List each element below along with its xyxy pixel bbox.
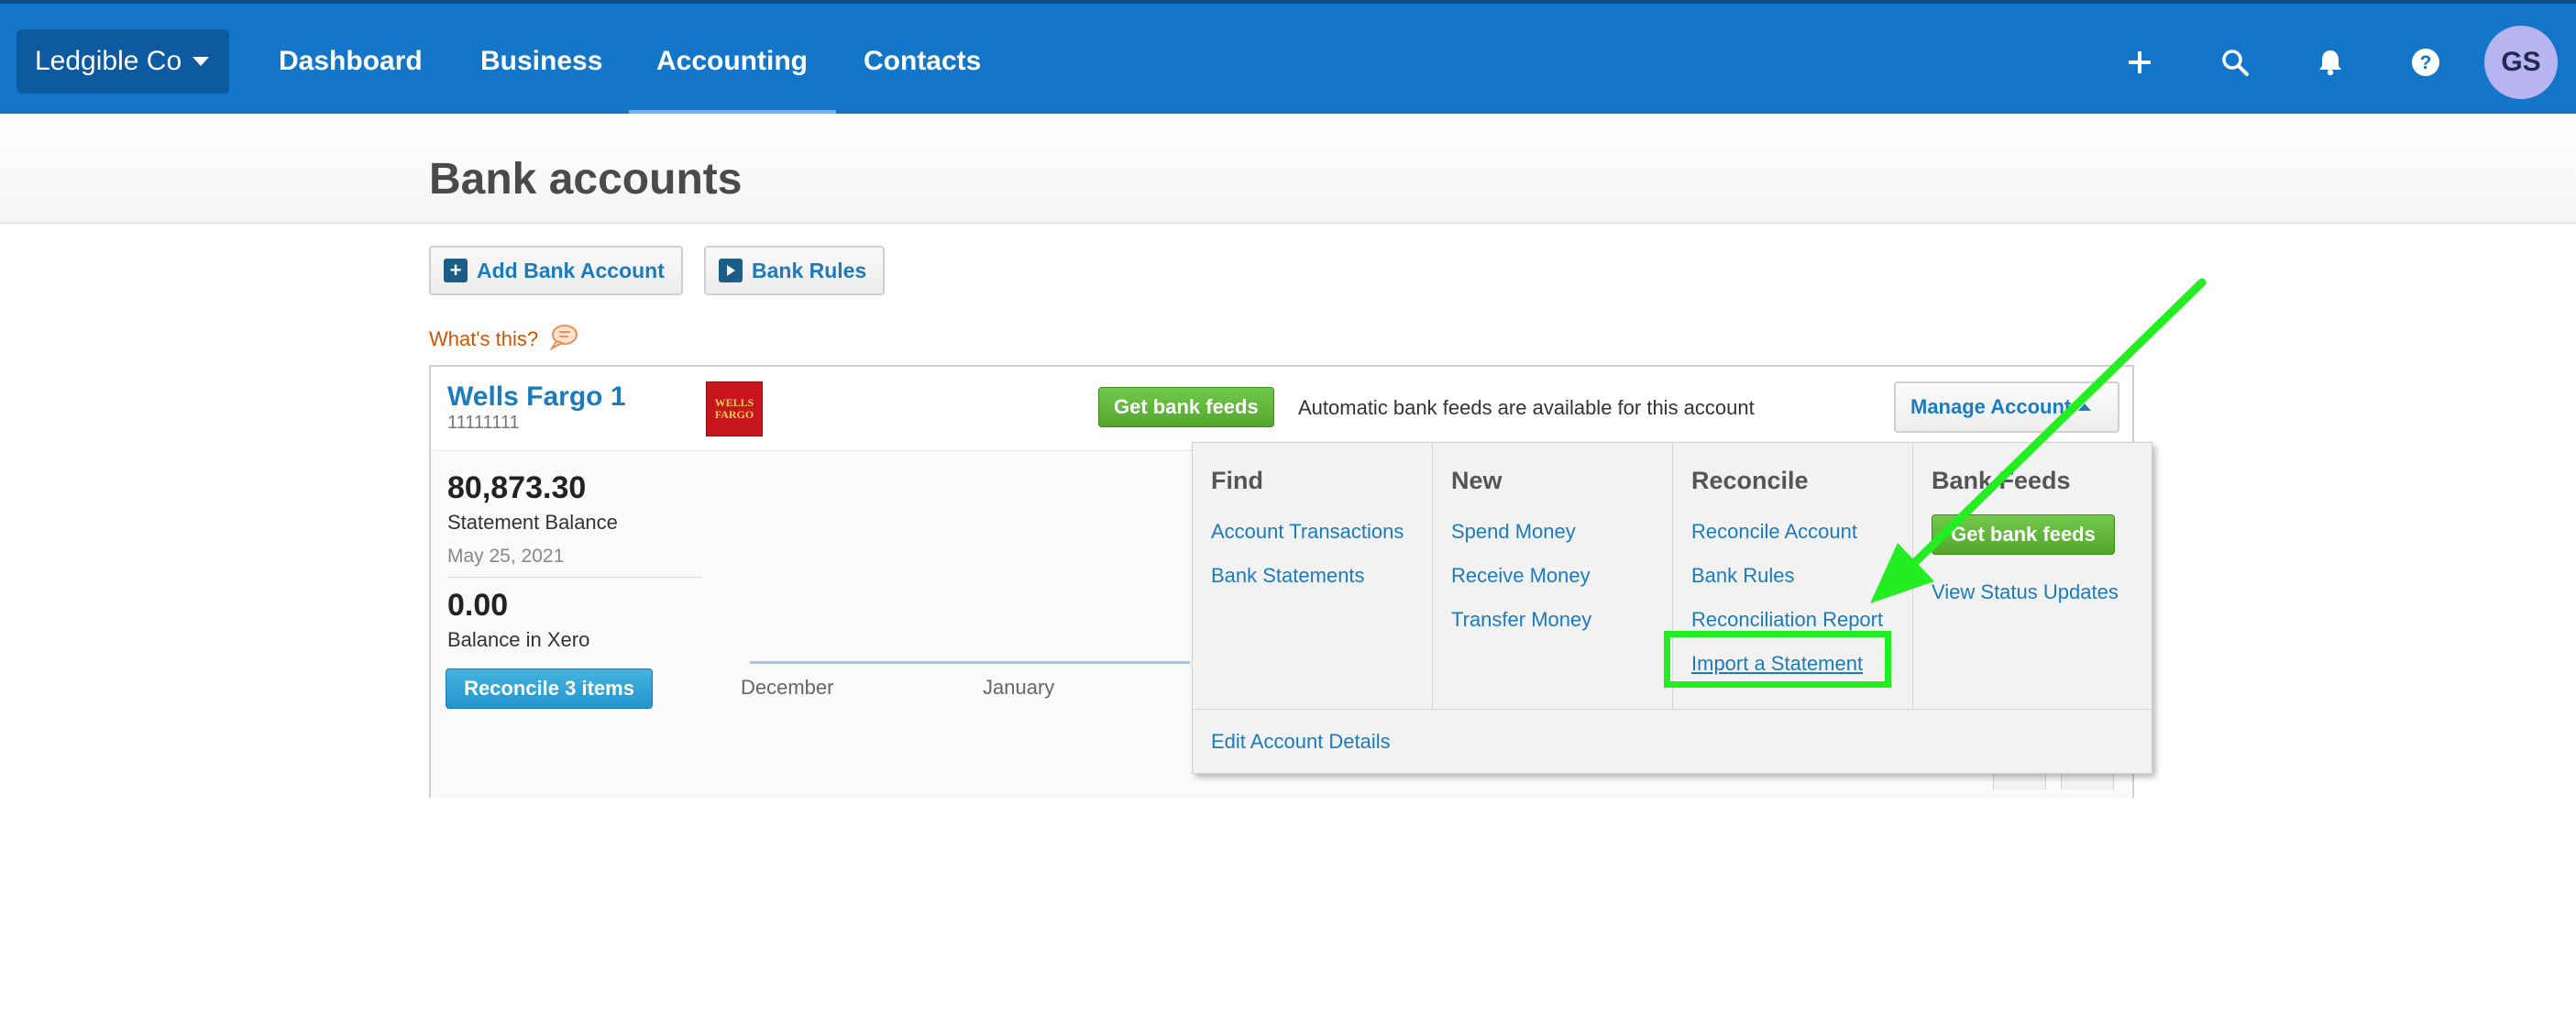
menu-column-new: New Spend Money Receive Money Transfer M… <box>1433 443 1673 709</box>
org-name: Ledgible Co <box>35 46 182 76</box>
add-bank-account-button[interactable]: + Add Bank Account <box>429 246 683 295</box>
chevron-up-icon <box>2078 403 2092 411</box>
svg-text:?: ? <box>2420 52 2432 73</box>
xero-balance-label: Balance in Xero <box>447 628 590 651</box>
chevron-down-icon <box>193 57 210 66</box>
menu-item-reconciliation-report[interactable]: Reconciliation Report <box>1691 608 1883 632</box>
nav-accounting[interactable]: Accounting <box>656 46 808 77</box>
xero-balance-value: 0.00 <box>447 588 509 623</box>
menu-heading-new: New <box>1451 467 1503 494</box>
statement-balance-label: Statement Balance <box>447 511 618 534</box>
play-icon <box>719 259 743 282</box>
org-switcher-button[interactable]: Ledgible Co <box>17 29 229 94</box>
search-icon[interactable] <box>2217 44 2253 81</box>
plus-icon[interactable] <box>2121 44 2158 81</box>
statement-date: May 25, 2021 <box>447 546 565 567</box>
menu-item-view-status-updates[interactable]: View Status Updates <box>1932 580 2119 604</box>
menu-item-receive-money[interactable]: Receive Money <box>1451 564 1591 588</box>
bell-icon[interactable] <box>2312 44 2349 81</box>
balance-chart-line <box>750 661 1190 664</box>
speech-bubble-icon <box>549 323 578 356</box>
whats-this-link[interactable]: What's this? <box>429 323 578 356</box>
menu-item-bank-statements[interactable]: Bank Statements <box>1211 564 1365 588</box>
menu-item-bank-rules[interactable]: Bank Rules <box>1691 564 1795 588</box>
chart-month-label: January <box>983 676 1055 699</box>
plus-icon: + <box>444 259 468 282</box>
manage-account-menu: Find Account Transactions Bank Statement… <box>1192 442 2152 774</box>
get-bank-feeds-button[interactable]: Get bank feeds <box>1098 387 1274 427</box>
menu-footer: Edit Account Details <box>1193 709 2152 775</box>
whats-this-label: What's this? <box>429 327 539 350</box>
manage-account-button[interactable]: Manage Account <box>1894 381 2119 433</box>
menu-item-account-transactions[interactable]: Account Transactions <box>1211 520 1404 544</box>
menu-item-transfer-money[interactable]: Transfer Money <box>1451 608 1591 632</box>
menu-get-bank-feeds-button[interactable]: Get bank feeds <box>1932 514 2115 555</box>
top-nav-bar: Ledgible Co Dashboard Business Accountin… <box>0 0 2576 117</box>
reconcile-items-button[interactable]: Reconcile 3 items <box>446 668 653 709</box>
help-icon[interactable]: ? <box>2407 44 2444 81</box>
add-bank-account-label: Add Bank Account <box>477 258 665 282</box>
manage-account-label: Manage Account <box>1910 395 2072 418</box>
menu-column-find: Find Account Transactions Bank Statement… <box>1193 443 1433 709</box>
menu-column-bank-feeds: Bank Feeds Get bank feeds View Status Up… <box>1913 443 2153 709</box>
menu-item-reconcile-account[interactable]: Reconcile Account <box>1691 520 1857 544</box>
menu-heading-bank-feeds: Bank Feeds <box>1932 467 2071 494</box>
chart-month-label: December <box>741 676 834 699</box>
nav-contacts[interactable]: Contacts <box>864 46 981 77</box>
account-number: 11111111 <box>447 413 520 433</box>
menu-item-spend-money[interactable]: Spend Money <box>1451 520 1576 544</box>
nav-business[interactable]: Business <box>480 46 602 77</box>
summary-divider <box>447 577 702 578</box>
wells-fargo-logo: WELLS FARGO <box>706 381 763 436</box>
account-name-link[interactable]: Wells Fargo 1 <box>447 381 626 413</box>
nav-dashboard[interactable]: Dashboard <box>279 46 423 77</box>
menu-heading-find: Find <box>1211 467 1263 494</box>
user-avatar[interactable]: GS <box>2484 26 2558 99</box>
bank-rules-button[interactable]: Bank Rules <box>704 246 886 295</box>
bank-feeds-note: Automatic bank feeds are available for t… <box>1298 396 1755 419</box>
statement-balance-value: 80,873.30 <box>447 470 587 505</box>
bank-rules-label: Bank Rules <box>752 258 867 282</box>
account-header: Wells Fargo 1 11111111 WELLS FARGO Get b… <box>431 367 2132 451</box>
menu-item-edit-account-details[interactable]: Edit Account Details <box>1211 730 1391 754</box>
menu-heading-reconcile: Reconcile <box>1691 467 1809 494</box>
page-title: Bank accounts <box>429 155 743 204</box>
page-header-band <box>0 114 2576 224</box>
annotation-highlight-box <box>1664 631 1891 688</box>
